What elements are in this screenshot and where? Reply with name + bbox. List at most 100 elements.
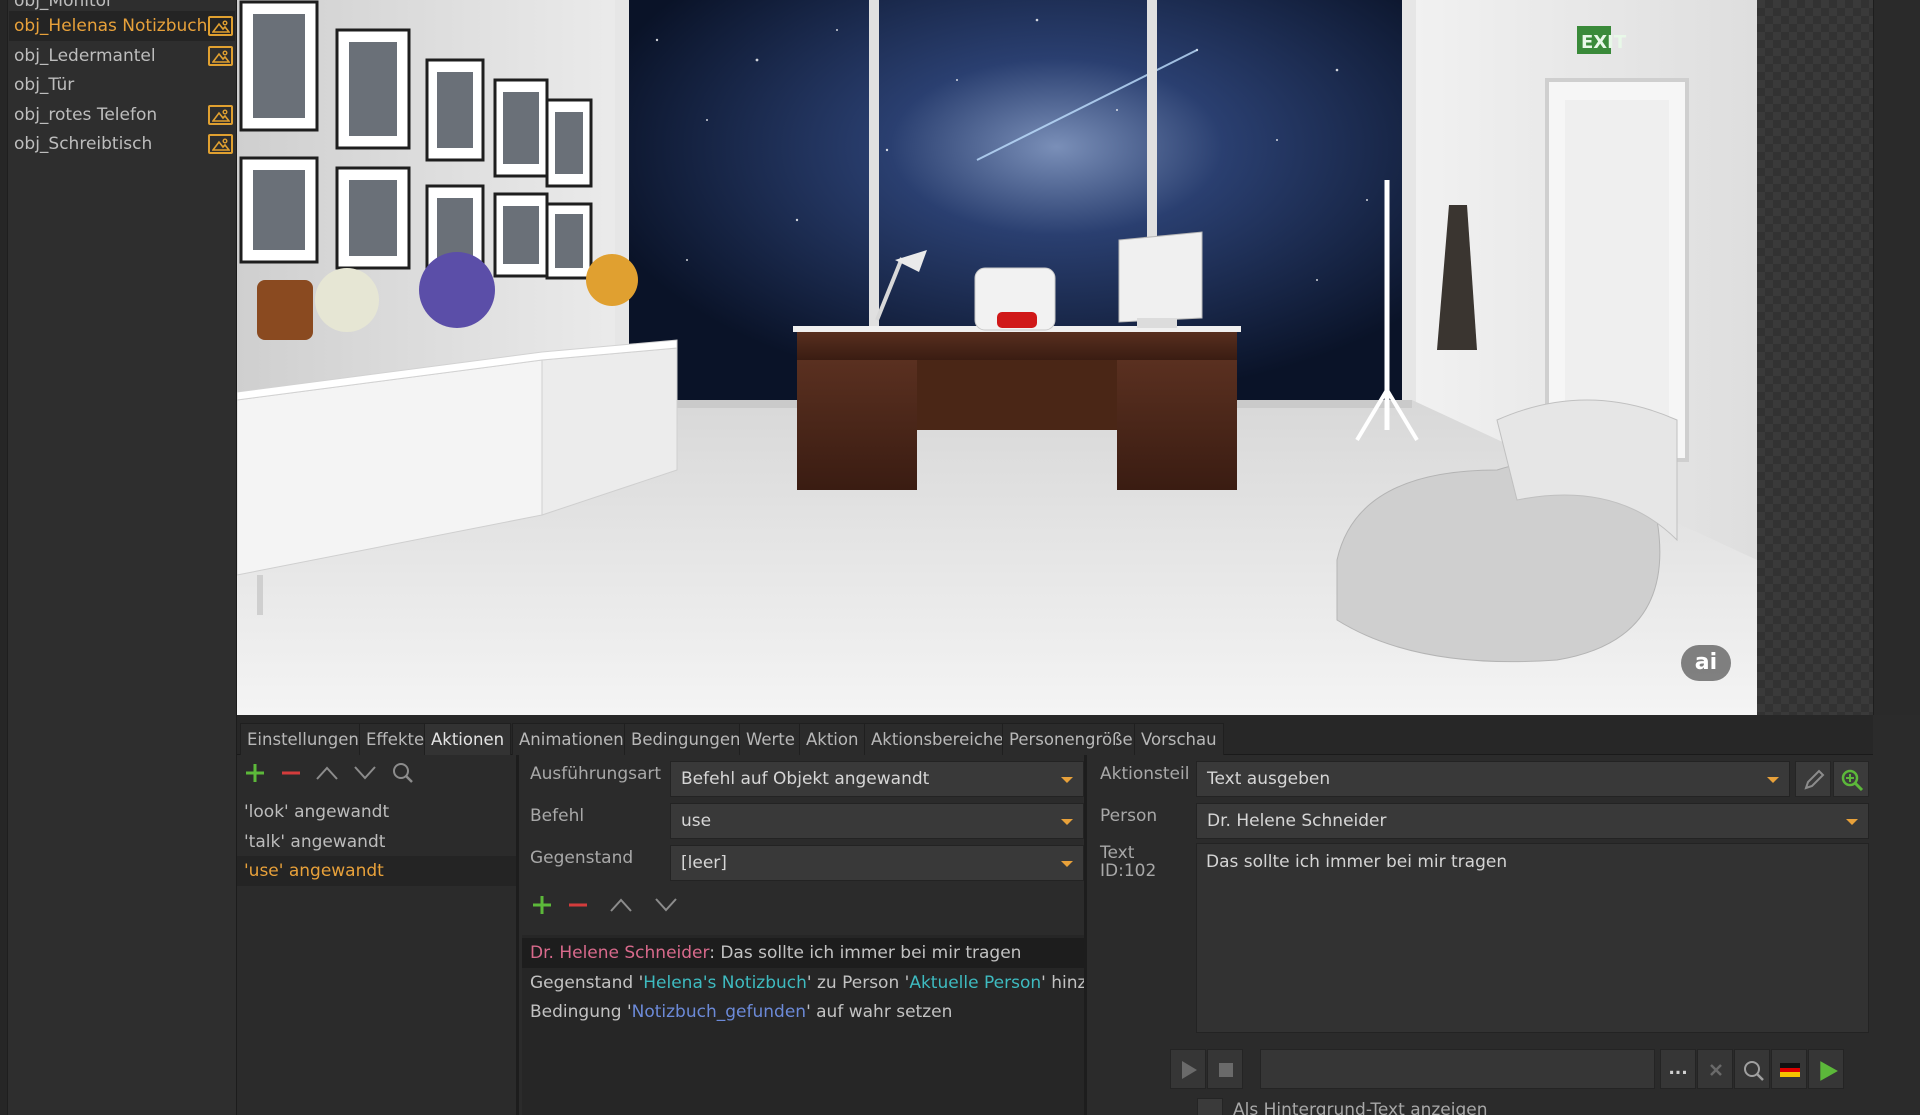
dropdown-caret-icon	[1846, 819, 1858, 825]
object-item-rotes-telefon[interactable]: obj_rotes Telefon	[9, 100, 235, 130]
clear-button[interactable]	[1697, 1049, 1733, 1089]
pencil-icon	[1804, 769, 1825, 790]
tab-vorschau[interactable]: Vorschau	[1134, 723, 1224, 755]
image-icon[interactable]	[208, 134, 233, 154]
object-item-helenas-notizbuch[interactable]: obj_Helenas Notizbuch	[9, 11, 235, 41]
move-down-button[interactable]	[349, 755, 381, 791]
chevron-down-icon	[655, 898, 677, 912]
play-icon	[1820, 1061, 1838, 1081]
panel-edge	[0, 0, 8, 1115]
browse-button[interactable]: ...	[1660, 1049, 1696, 1089]
tab-effekte[interactable]: Effekte	[359, 723, 432, 755]
right-side-panel	[1873, 0, 1920, 715]
chevron-down-icon	[354, 766, 376, 780]
play-button[interactable]	[1170, 1049, 1206, 1089]
scene-canvas[interactable]: EXIT ai	[237, 0, 1757, 715]
add-execution-button[interactable]	[526, 887, 558, 923]
ai-badge[interactable]: ai	[1681, 645, 1731, 681]
object-list-panel: obj_Monitor obj_Helenas Notizbuch obj_Le…	[0, 0, 237, 1115]
command-value: use	[681, 811, 712, 831]
condition-name: Notizbuch_gefunden	[631, 1002, 807, 1022]
edit-button[interactable]	[1795, 761, 1831, 797]
object-item-schreibtisch[interactable]: obj_Schreibtisch	[9, 129, 235, 159]
add-action-button[interactable]	[239, 755, 271, 791]
action-item-look[interactable]: 'look' angewandt	[237, 797, 516, 827]
chevron-up-icon	[316, 766, 338, 780]
tab-aktionsbereiche[interactable]: Aktionsbereiche	[864, 723, 1011, 755]
search-icon	[393, 763, 413, 783]
search-icon	[1744, 1061, 1764, 1081]
action-list-column: 'look' angewandt 'talk' angewandt 'use' …	[237, 755, 519, 1115]
zoom-button[interactable]	[1833, 761, 1869, 797]
dropdown-caret-icon	[1061, 777, 1073, 783]
exit-sign-text: EXIT	[1581, 32, 1627, 53]
dropdown-caret-icon	[1061, 819, 1073, 825]
scene-illustration: EXIT	[237, 0, 1757, 715]
person-name: Aktuelle Person	[909, 973, 1042, 993]
audio-file-field[interactable]	[1260, 1049, 1655, 1089]
step-text: : Das sollte ich immer bei mir tragen	[709, 943, 1022, 963]
person-value: Dr. Helene Schneider	[1207, 811, 1387, 831]
remove-action-button[interactable]	[275, 755, 307, 791]
audio-player-bar: ...	[1170, 1049, 1870, 1089]
step-text: Bedingung '	[530, 1002, 632, 1022]
remove-execution-button[interactable]	[562, 887, 594, 923]
stop-button[interactable]	[1207, 1049, 1243, 1089]
background-text-label: Als Hintergrund-Text anzeigen	[1233, 1100, 1488, 1115]
play-icon	[1182, 1061, 1197, 1079]
move-up-button[interactable]	[605, 887, 637, 923]
object-item-label: obj_rotes Telefon	[14, 105, 158, 125]
tab-personengroesse[interactable]: Personengröße	[1002, 723, 1140, 755]
step-text: ' zu Person '	[806, 973, 910, 993]
background-text-checkbox[interactable]	[1197, 1098, 1223, 1115]
person-select[interactable]: Dr. Helene Schneider	[1196, 803, 1869, 839]
minus-icon	[282, 771, 300, 775]
action-part-column: Aktionsteil Text ausgeben Person Dr. Hel…	[1090, 755, 1873, 1115]
execution-step-row[interactable]: Gegenstand 'Helena's Notizbuch' zu Perso…	[522, 968, 1084, 998]
action-part-value: Text ausgeben	[1207, 769, 1331, 789]
execution-type-select[interactable]: Befehl auf Objekt angewandt	[670, 761, 1084, 797]
chevron-up-icon	[610, 898, 632, 912]
image-icon[interactable]	[208, 105, 233, 125]
execution-type-label: Ausführungsart	[530, 764, 662, 784]
language-button[interactable]	[1771, 1049, 1807, 1089]
tab-aktion[interactable]: Aktion	[799, 723, 866, 755]
preview-play-button[interactable]	[1808, 1049, 1844, 1089]
object-item-label: obj_Ledermantel	[14, 46, 156, 66]
command-select[interactable]: use	[670, 803, 1084, 839]
action-item-use[interactable]: 'use' angewandt	[237, 856, 516, 886]
object-item-label: obj_Tür	[14, 75, 75, 95]
tab-animationen[interactable]: Animationen	[512, 723, 631, 755]
execution-toolbar	[522, 887, 1084, 923]
object-item-tuer[interactable]: obj_Tür	[9, 70, 235, 100]
tab-werte[interactable]: Werte	[739, 723, 802, 755]
object-item-ledermantel[interactable]: obj_Ledermantel	[9, 41, 235, 71]
action-list-toolbar	[237, 755, 516, 791]
item-value: [leer]	[681, 853, 727, 873]
tab-bedingungen[interactable]: Bedingungen	[624, 723, 748, 755]
execution-step-list: Dr. Helene Schneider: Das sollte ich imm…	[522, 935, 1084, 1115]
editor-tab-bar: Einstellungen Effekte Aktionen Animation…	[237, 715, 1873, 755]
image-icon[interactable]	[208, 16, 233, 36]
text-id: ID:102	[1100, 860, 1157, 881]
search-audio-button[interactable]	[1734, 1049, 1770, 1089]
stop-icon	[1219, 1063, 1233, 1077]
item-label: Gegenstand	[530, 848, 634, 868]
move-down-button[interactable]	[650, 887, 682, 923]
item-select[interactable]: [leer]	[670, 845, 1084, 881]
move-up-button[interactable]	[311, 755, 343, 791]
image-icon[interactable]	[208, 46, 233, 66]
object-item-label: obj_Monitor	[14, 0, 114, 11]
minus-icon	[569, 903, 587, 907]
execution-step-row[interactable]: Dr. Helene Schneider: Das sollte ich imm…	[522, 938, 1084, 968]
person-name: Dr. Helene Schneider	[530, 943, 710, 963]
text-content-area[interactable]: Das sollte ich immer bei mir tragen	[1196, 843, 1869, 1033]
item-name: Helena's Notizbuch	[643, 973, 807, 993]
action-part-select[interactable]: Text ausgeben	[1196, 761, 1790, 797]
search-button[interactable]	[387, 755, 419, 791]
action-item-talk[interactable]: 'talk' angewandt	[237, 827, 516, 857]
execution-step-row[interactable]: Bedingung 'Notizbuch_gefunden' auf wahr …	[522, 997, 1084, 1027]
execution-column: Ausführungsart Befehl auf Objekt angewan…	[522, 755, 1087, 1115]
tab-aktionen[interactable]: Aktionen	[424, 723, 512, 755]
tab-einstellungen[interactable]: Einstellungen	[240, 723, 366, 755]
